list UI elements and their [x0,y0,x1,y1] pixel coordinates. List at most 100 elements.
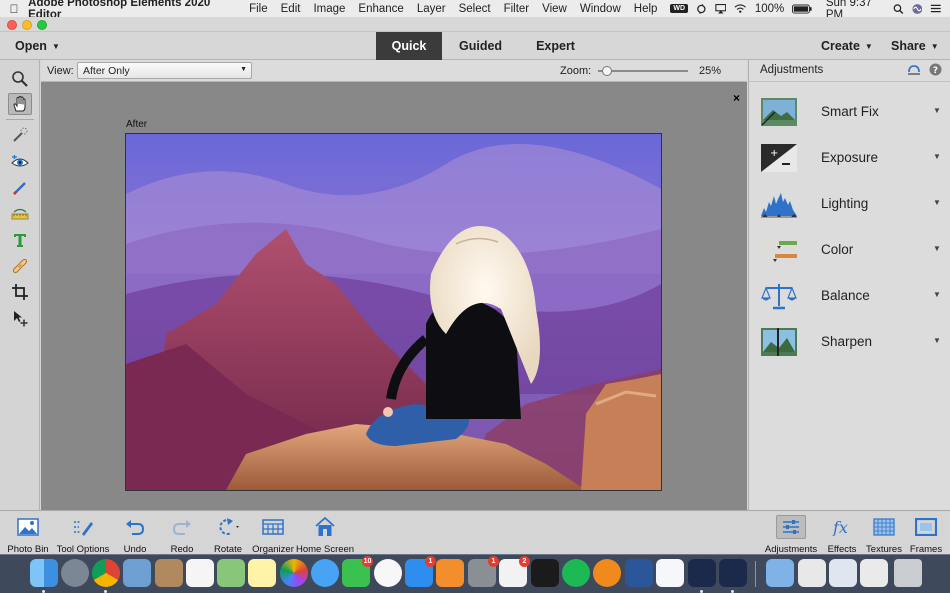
dock-preview-icon[interactable] [123,559,151,587]
organizer-button[interactable]: Organizer [251,515,295,555]
wifi-icon[interactable] [734,3,747,14]
battery-percent[interactable]: 100% [755,3,784,15]
quick-selection-tool[interactable] [8,124,32,146]
rotate-button[interactable]: Rotate [208,515,248,555]
dock-trash-icon[interactable] [894,559,922,587]
dock-music-icon[interactable] [374,559,402,587]
menu-file[interactable]: File [249,3,268,15]
zoom-tool[interactable] [8,68,32,90]
dock-applications-folder-icon[interactable] [766,559,794,587]
adjustment-exposure[interactable]: + Exposure ▼ [749,136,950,182]
effects-button[interactable]: fx Effects [823,515,861,555]
dock-maps-icon[interactable] [217,559,245,587]
move-tool[interactable] [8,307,32,329]
create-button[interactable]: Create ▼ [821,39,873,53]
dock-minimized-window-icon[interactable] [860,559,888,587]
tab-quick[interactable]: Quick [376,32,442,60]
battery-icon[interactable] [792,4,812,14]
minimize-window-button[interactable] [22,20,32,30]
open-button[interactable]: Open ▼ [15,39,60,53]
window-titlebar [0,17,950,32]
dock-messages-icon[interactable] [311,559,339,587]
chevron-down-icon: ▼ [930,42,939,51]
adjustment-color[interactable]: Color ▼ [749,228,950,274]
dock-reminders-icon[interactable] [186,559,214,587]
help-icon[interactable]: ? [929,63,942,76]
share-button[interactable]: Share ▼ [891,39,939,53]
move-icon [14,311,28,327]
notification-badge: 1 [488,556,499,567]
dock-photos-icon[interactable] [280,559,308,587]
type-tool[interactable] [8,229,32,251]
spot-healing-tool[interactable] [8,255,32,277]
airplay-icon[interactable] [715,3,727,15]
zoom-window-button[interactable] [37,20,47,30]
sync-icon[interactable] [696,3,707,15]
redo-button[interactable]: Redo [163,515,201,555]
dock-spotify-icon[interactable] [562,559,590,587]
dock-stickies-icon[interactable] [248,559,276,587]
menu-window[interactable]: Window [580,3,621,15]
redo-icon [172,520,191,535]
adjustments-toggle-button[interactable]: Adjustments [764,515,818,555]
undo-button[interactable]: Undo [116,515,154,555]
view-select[interactable]: After Only ▼ [77,62,252,79]
textures-button[interactable]: Textures [864,515,904,555]
dock-photoshop-elements-icon[interactable] [688,559,716,587]
dock-word-icon[interactable] [625,559,653,587]
dock-activity-monitor-icon[interactable] [531,559,559,587]
dock-documents-stack-icon[interactable] [798,559,826,587]
wd-drive-icon[interactable]: WD [670,4,689,13]
after-label: After [126,119,148,130]
menu-view[interactable]: View [542,3,567,15]
photo-bin-icon [17,518,39,536]
dock-vpn-icon[interactable] [593,559,621,587]
photo-document[interactable] [125,133,662,491]
image-canvas[interactable]: × After [41,82,747,510]
apple-icon[interactable]:  [0,2,28,16]
zoom-slider[interactable] [598,66,688,76]
adjustment-lighting[interactable]: Lighting ▼ [749,182,950,228]
tab-expert[interactable]: Expert [519,32,592,60]
siri-icon[interactable] [912,3,923,15]
adjustment-smart-fix[interactable]: Smart Fix ▼ [749,90,950,136]
hand-tool[interactable] [8,93,32,115]
menu-enhance[interactable]: Enhance [358,3,403,15]
whiten-teeth-tool[interactable] [8,177,32,199]
adjustments-panel-header: Adjustments ? [749,60,950,82]
dock-launchpad-icon[interactable] [61,559,89,587]
dock-dropbox-icon[interactable] [656,559,684,587]
adjustment-balance[interactable]: Balance ▼ [749,274,950,320]
menu-filter[interactable]: Filter [504,3,530,15]
home-icon [315,517,335,536]
zoom-slider-thumb[interactable] [602,66,612,76]
dock-photoshop-elements-editor-icon[interactable] [719,559,747,587]
close-icon[interactable]: × [733,91,740,105]
dock-chrome-icon[interactable] [92,559,120,587]
menu-edit[interactable]: Edit [281,3,301,15]
tab-guided[interactable]: Guided [442,32,519,60]
frames-button[interactable]: Frames [906,515,946,555]
notification-center-icon[interactable] [930,3,942,14]
mode-tabs: Quick Guided Expert [376,32,592,60]
adjustment-sharpen[interactable]: Sharpen ▼ [749,320,950,366]
dock-finder-icon[interactable] [30,559,58,587]
canyon-photo [126,134,661,490]
menu-layer[interactable]: Layer [417,3,446,15]
adjustment-label: Lighting [821,196,869,211]
photo-bin-button[interactable]: Photo Bin [4,515,52,555]
dock-books-icon[interactable] [436,559,464,587]
dock-downloads-stack-icon[interactable] [829,559,857,587]
reset-panel-icon[interactable] [907,64,921,76]
red-eye-tool[interactable] [8,151,32,173]
close-window-button[interactable] [7,20,17,30]
dock-notes-stack-icon[interactable] [155,559,183,587]
home-screen-button[interactable]: Home Screen [296,515,354,555]
spotlight-icon[interactable] [893,3,904,15]
straighten-tool[interactable] [8,203,32,225]
crop-tool[interactable] [8,281,32,303]
menu-image[interactable]: Image [313,3,345,15]
tool-options-button[interactable]: Tool Options [54,515,112,555]
menu-help[interactable]: Help [634,3,658,15]
menu-select[interactable]: Select [459,3,491,15]
